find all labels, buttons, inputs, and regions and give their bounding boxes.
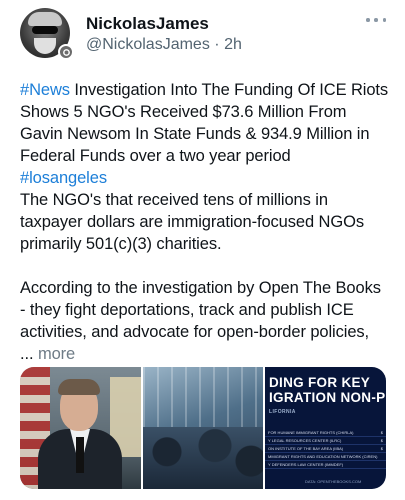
hashtag-news[interactable]: #News	[20, 81, 70, 99]
avatar-cap	[28, 12, 62, 26]
infographic-title-line2: IGRATION NON-PROFITS	[269, 390, 386, 405]
row-value: $	[380, 430, 383, 435]
media-image-3[interactable]: DING FOR KEY IGRATION NON-PROFITS LIFORN…	[265, 367, 386, 489]
meta-separator: ·	[214, 36, 220, 53]
post-card[interactable]: NickolasJames @NickolasJames · 2h #News …	[0, 0, 405, 500]
headline-paragraph: #News Investigation Into The Funding Of …	[20, 79, 390, 167]
show-more-link[interactable]: more	[38, 345, 75, 363]
headline-text: Investigation Into The Funding Of ICE Ri…	[20, 81, 389, 165]
infographic-row: Y LEGAL RESOURCES CENTER (ILRC) $	[265, 437, 386, 445]
post-time[interactable]: 2h	[224, 36, 242, 53]
infographic-row: MMIGRANT RIGHTS AND EDUCATION NETWORK (C…	[265, 453, 386, 461]
more-options-icon[interactable]	[366, 14, 386, 26]
media-image-1[interactable]	[20, 367, 141, 489]
hashtag-location-line: #losangeles	[20, 167, 390, 189]
infographic-title-line1: DING FOR KEY	[269, 375, 371, 390]
paragraph-1: The NGO's that received tens of millions…	[20, 191, 364, 253]
infographic-table: FOR HUMANE IMMIGRANT RIGHTS (CHIRLA) $ Y …	[265, 429, 386, 469]
post-text: #News Investigation Into The Funding Of …	[20, 79, 390, 365]
author-display-name[interactable]: NickolasJames	[86, 14, 209, 34]
paragraph-2: According to the investigation by Open T…	[20, 279, 381, 341]
row-value: $	[380, 438, 383, 443]
scene-crowd	[143, 427, 263, 489]
infographic-subtitle: LIFORNIA	[269, 409, 296, 415]
more-dot	[382, 18, 386, 22]
infographic-row: ON INSTITUTE OF THE BAY AREA (IIBA) $	[265, 445, 386, 453]
author-meta: @NickolasJames · 2h	[86, 36, 242, 54]
more-dot	[374, 18, 378, 22]
row-name: Y DEFENDERS LAW CENTER (IMMDEF)	[268, 462, 344, 467]
more-line: ... more	[20, 343, 390, 365]
speaker-tie	[76, 437, 84, 473]
media-gallery: DING FOR KEY IGRATION NON-PROFITS LIFORN…	[20, 367, 386, 489]
speaker-hair	[58, 379, 100, 395]
infographic-footer: DATA: OPENTHEBOOKS.COM	[305, 479, 362, 484]
ellipsis: ...	[20, 345, 34, 363]
row-name: ON INSTITUTE OF THE BAY AREA (IIBA)	[268, 446, 344, 451]
community-badge-icon	[58, 44, 74, 60]
hashtag-losangeles[interactable]: #losangeles	[20, 169, 107, 187]
avatar-glasses	[32, 26, 58, 34]
row-value: $	[380, 446, 383, 451]
row-name: MMIGRANT RIGHTS AND EDUCATION NETWORK (C…	[268, 454, 378, 459]
infographic-title: DING FOR KEY IGRATION NON-PROFITS	[269, 375, 386, 405]
infographic-row: Y DEFENDERS LAW CENTER (IMMDEF)	[265, 461, 386, 469]
avatar-beard	[34, 38, 56, 54]
row-name: Y LEGAL RESOURCES CENTER (ILRC)	[268, 438, 342, 443]
infographic-row: FOR HUMANE IMMIGRANT RIGHTS (CHIRLA) $	[265, 429, 386, 437]
media-image-2[interactable]	[143, 367, 263, 489]
more-dot	[366, 18, 370, 22]
author-handle[interactable]: @NickolasJames	[86, 36, 210, 53]
row-name: FOR HUMANE IMMIGRANT RIGHTS (CHIRLA)	[268, 430, 354, 435]
